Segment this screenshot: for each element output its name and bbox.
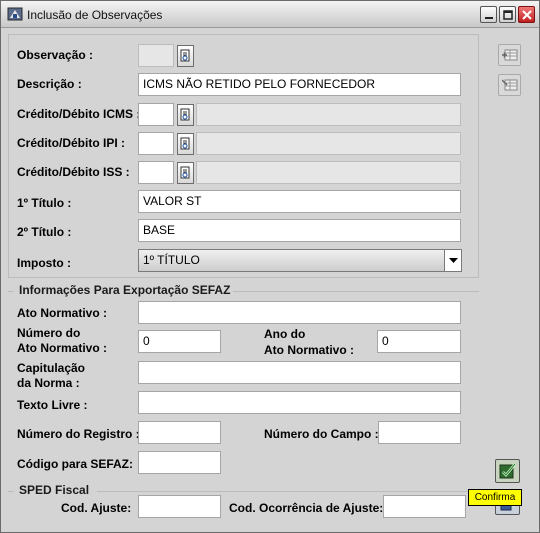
imposto-selected-value: 1º TÍTULO: [143, 253, 200, 267]
credito-ipi-lookup-button[interactable]: [177, 133, 194, 155]
numero-registro-label: Número do Registro :: [17, 427, 140, 441]
numero-ato-label-1: Número do: [17, 326, 81, 340]
credito-ipi-code-field[interactable]: [138, 132, 174, 155]
sefaz-divider-left: [8, 291, 14, 292]
texto-livre-label: Texto Livre :: [17, 398, 88, 412]
titulo2-label: 2º Título :: [17, 225, 72, 239]
search-document-icon: [180, 108, 190, 121]
search-document-icon: [180, 49, 190, 62]
numero-registro-field[interactable]: [138, 421, 221, 444]
credito-iss-label: Crédito/Débito ISS :: [17, 165, 130, 179]
dialog-window: Inclusão de Observações Observação : Des…: [0, 0, 540, 533]
app-icon: [7, 6, 23, 22]
add-row-button[interactable]: [498, 44, 521, 66]
ato-normativo-label: Ato Normativo :: [17, 306, 107, 320]
credito-iss-code-field[interactable]: [138, 161, 174, 184]
imposto-dropdown-button[interactable]: [444, 250, 461, 271]
imposto-select[interactable]: 1º TÍTULO: [138, 249, 462, 272]
minimize-icon: [484, 16, 493, 19]
table-edit-icon: [501, 79, 517, 91]
ano-ato-label-1: Ano do: [264, 327, 306, 341]
credito-iss-desc-field: [196, 161, 461, 184]
minimize-button[interactable]: [480, 6, 497, 23]
observacao-label: Observação :: [17, 48, 94, 62]
cod-ajuste-label: Cod. Ajuste:: [61, 501, 132, 515]
chevron-down-icon: [448, 257, 458, 263]
sefaz-section-title: Informações Para Exportação SEFAZ: [19, 283, 231, 297]
table-add-icon: [501, 49, 517, 61]
ano-ato-label-2: Ato Normativo :: [264, 343, 354, 357]
capitulacao-label-2: da Norma :: [17, 376, 80, 390]
confirm-tooltip: Confirma: [468, 489, 522, 506]
close-icon: [521, 9, 532, 20]
titulo1-label: 1º Título :: [17, 196, 72, 210]
credito-icms-code-field[interactable]: [138, 103, 174, 126]
capitulacao-label-1: Capitulação: [17, 361, 86, 375]
descricao-field[interactable]: ICMS NÃO RETIDO PELO FORNECEDOR: [138, 73, 461, 96]
title-bar[interactable]: Inclusão de Observações: [1, 1, 539, 28]
titulo2-field[interactable]: BASE: [138, 219, 461, 242]
search-document-icon: [180, 166, 190, 179]
credito-icms-label: Crédito/Débito ICMS :: [17, 107, 141, 121]
capitulacao-field[interactable]: [138, 361, 461, 384]
numero-campo-field[interactable]: [378, 421, 461, 444]
texto-livre-field[interactable]: [138, 391, 461, 414]
sped-divider-left: [8, 491, 14, 492]
numero-ato-label-2: Ato Normativo :: [17, 341, 107, 355]
sped-divider-right: [97, 491, 479, 492]
window-title: Inclusão de Observações: [27, 8, 163, 22]
observacao-field[interactable]: [138, 44, 174, 67]
ato-normativo-field[interactable]: [138, 301, 461, 324]
credito-ipi-desc-field: [196, 132, 461, 155]
ano-ato-field[interactable]: 0: [377, 330, 461, 353]
imposto-label: Imposto :: [17, 256, 71, 270]
maximize-icon: [502, 9, 513, 20]
sped-section-title: SPED Fiscal: [19, 483, 90, 497]
check-icon: [499, 463, 516, 479]
cod-ocorrencia-field[interactable]: [383, 495, 466, 518]
search-document-icon: [180, 137, 190, 150]
maximize-button[interactable]: [499, 6, 516, 23]
credito-ipi-label: Crédito/Débito IPI :: [17, 136, 125, 150]
sefaz-divider-right: [233, 291, 479, 292]
remove-row-button[interactable]: [498, 74, 521, 96]
cod-ajuste-field[interactable]: [138, 495, 221, 518]
codigo-sefaz-label: Código para SEFAZ:: [17, 457, 134, 471]
observacao-lookup-button[interactable]: [177, 45, 194, 67]
cod-ocorrencia-label: Cod. Ocorrência de Ajuste:: [229, 501, 384, 515]
numero-ato-field[interactable]: 0: [138, 330, 221, 353]
credito-icms-lookup-button[interactable]: [177, 104, 194, 126]
codigo-sefaz-field[interactable]: [138, 451, 221, 474]
credito-icms-desc-field: [196, 103, 461, 126]
titulo1-field[interactable]: VALOR ST: [138, 190, 461, 213]
descricao-label: Descrição :: [17, 77, 82, 91]
confirm-button[interactable]: [495, 459, 520, 483]
numero-campo-label: Número do Campo :: [264, 427, 379, 441]
credito-iss-lookup-button[interactable]: [177, 162, 194, 184]
close-button[interactable]: [518, 6, 535, 23]
